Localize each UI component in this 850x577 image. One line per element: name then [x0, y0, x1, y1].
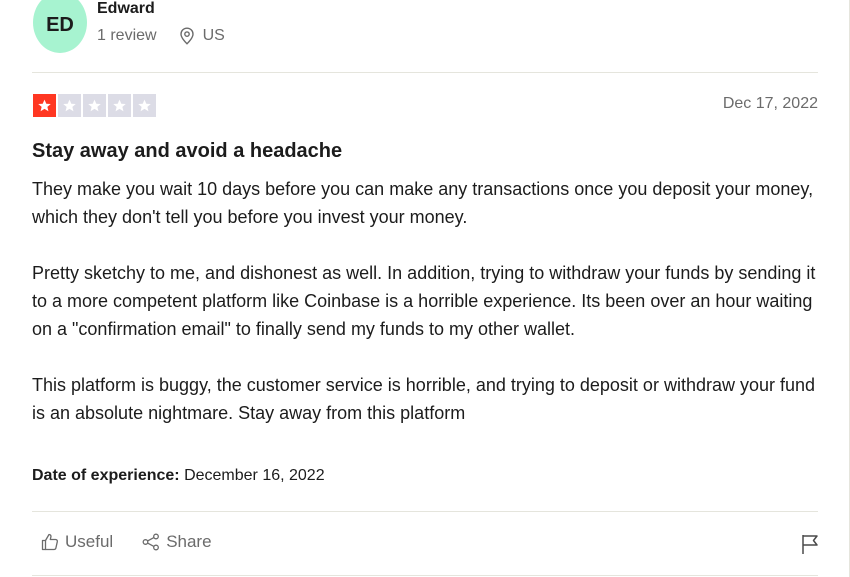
review-card: ED Edward 1 review US Dec 17, 2022 Stay … — [0, 0, 850, 577]
footer-divider — [32, 511, 818, 512]
thumbs-up-icon — [41, 533, 59, 551]
reviewer-country: US — [202, 27, 225, 44]
star-empty — [83, 94, 106, 117]
share-button[interactable]: Share — [141, 532, 212, 552]
bottom-divider — [32, 575, 818, 576]
star-icon — [113, 99, 126, 112]
review-paragraph: This platform is buggy, the customer ser… — [32, 375, 816, 423]
avatar-initials: ED — [46, 14, 74, 36]
share-icon — [142, 533, 160, 551]
star-icon — [38, 99, 51, 112]
useful-label: Useful — [65, 532, 114, 551]
header-divider — [32, 72, 818, 73]
review-paragraph: They make you wait 10 days before you ca… — [32, 179, 814, 227]
experience-date: December 16, 2022 — [184, 467, 325, 484]
review-paragraph: Pretty sketchy to me, and dishonest as w… — [32, 263, 816, 339]
star-icon — [138, 99, 151, 112]
review-body: They make you wait 10 days before you ca… — [32, 175, 822, 427]
flag-button[interactable] — [799, 533, 821, 555]
star-filled — [33, 94, 56, 117]
flag-icon — [802, 535, 818, 554]
experience-label: Date of experience: — [32, 467, 180, 484]
avatar[interactable]: ED — [33, 0, 87, 53]
reviewer-meta: 1 review US — [97, 27, 225, 45]
review-actions: Useful Share — [40, 532, 240, 552]
review-title[interactable]: Stay away and avoid a headache — [32, 140, 342, 163]
date-of-experience: Date of experience: December 16, 2022 — [32, 467, 325, 485]
review-count: 1 review — [97, 27, 157, 44]
share-label: Share — [166, 532, 212, 551]
reviewer-name[interactable]: Edward — [97, 0, 155, 18]
star-empty — [133, 94, 156, 117]
star-empty — [58, 94, 81, 117]
star-empty — [108, 94, 131, 117]
star-icon — [88, 99, 101, 112]
star-icon — [63, 99, 76, 112]
useful-button[interactable]: Useful — [40, 532, 113, 552]
location-pin-icon — [179, 27, 195, 45]
star-rating — [33, 94, 156, 117]
review-date: Dec 17, 2022 — [722, 95, 818, 112]
